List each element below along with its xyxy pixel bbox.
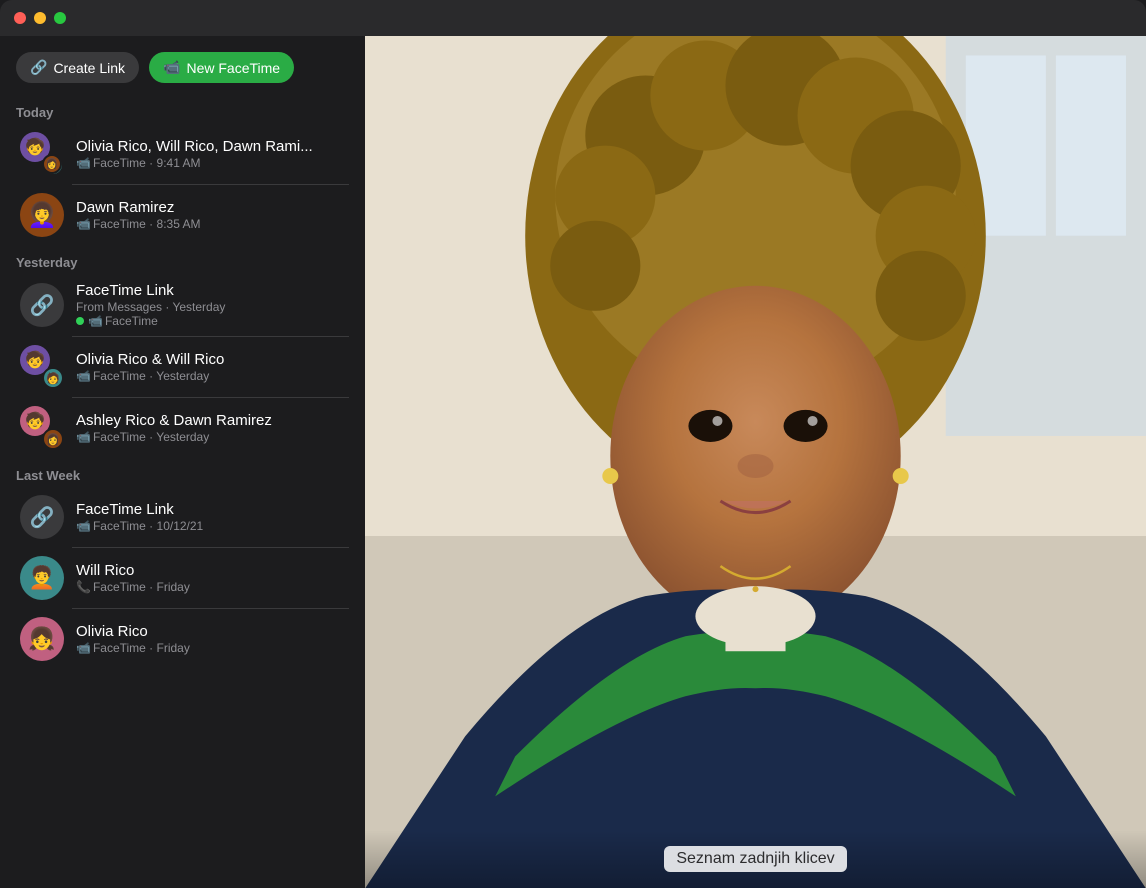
call-info: Ashley Rico & Dawn Ramirez 📹 FaceTime · … [76,412,345,444]
new-facetime-button[interactable]: 📹 New FaceTime [149,52,294,83]
video-camera-icon: 📹 [76,519,91,533]
video-camera-icon: 📹 [76,430,91,444]
video-camera-icon: 📹 [76,641,91,655]
avatar: 🧒 🧑 👩 [20,132,64,176]
fullscreen-button[interactable] [54,12,66,24]
call-subtitle: 📹 FaceTime · 10/12/21 [76,519,345,533]
avatar: 🧒 👩 [20,406,64,450]
call-subtitle: 📞 FaceTime · Friday [76,580,345,594]
caption-text: Seznam zadnjih klicev [664,846,846,872]
avatar: 👩‍🦱 [20,193,64,237]
title-bar [0,0,1146,36]
list-item[interactable]: 🔗 FaceTime Link From Messages · Yesterda… [4,274,361,336]
list-item[interactable]: 🧒 🧑 👩 Olivia Rico, Will Rico, Dawn Rami.… [4,124,361,184]
app-body: 🔗 Create Link 📹 New FaceTime Today 🧒 🧑 👩… [0,36,1146,888]
minimize-button[interactable] [34,12,46,24]
sidebar: 🔗 Create Link 📹 New FaceTime Today 🧒 🧑 👩… [0,36,365,888]
close-button[interactable] [14,12,26,24]
list-item[interactable]: 🧒 👩 Ashley Rico & Dawn Ramirez 📹 FaceTim… [4,398,361,458]
call-subtitle: 📹 FaceTime · 9:41 AM [76,156,345,170]
call-subtitle: 📹 FaceTime · 8:35 AM [76,217,345,231]
call-subtitle: From Messages · Yesterday [76,300,345,314]
video-camera-icon: 📹 [76,369,91,383]
section-header-today: Today [0,95,365,124]
call-info: FaceTime Link From Messages · Yesterday … [76,282,345,328]
list-item[interactable]: 🔗 FaceTime Link 📹 FaceTime · 10/12/21 [4,487,361,547]
avatar: 👧 [20,617,64,661]
section-header-yesterday: Yesterday [0,245,365,274]
call-subtitle: 📹 FaceTime · Yesterday [76,430,345,444]
link-icon: 🔗 [30,505,55,530]
link-icon: 🔗 [30,59,47,76]
call-subtitle: 📹 FaceTime · Yesterday [76,369,345,383]
avatar: 🔗 [20,283,64,327]
call-info: Olivia Rico, Will Rico, Dawn Rami... 📹 F… [76,138,345,170]
call-name: FaceTime Link [76,282,345,299]
phone-icon: 📞 [76,580,91,594]
video-icon: 📹 [163,59,180,76]
video-camera-icon: 📹 [76,217,91,231]
avatar: 🧑‍🦱 [20,556,64,600]
video-feed [365,36,1146,888]
call-info: Dawn Ramirez 📹 FaceTime · 8:35 AM [76,199,345,231]
list-item[interactable]: 🧒 🧑 Olivia Rico & Will Rico 📹 FaceTime ·… [4,337,361,397]
call-name: Olivia Rico & Will Rico [76,351,345,368]
toolbar: 🔗 Create Link 📹 New FaceTime [0,36,365,95]
list-item[interactable]: 👧 Olivia Rico 📹 FaceTime · Friday [4,609,361,669]
link-icon: 🔗 [30,293,55,318]
avatar: 🔗 [20,495,64,539]
section-header-lastweek: Last Week [0,458,365,487]
avatar: 🧒 🧑 [20,345,64,389]
green-dot-icon [76,317,84,325]
caption-bar: Seznam zadnjih klicev [365,830,1146,888]
call-info: FaceTime Link 📹 FaceTime · 10/12/21 [76,501,345,533]
call-subtitle: 📹 FaceTime · Friday [76,641,345,655]
call-name: Ashley Rico & Dawn Ramirez [76,412,345,429]
create-link-button[interactable]: 🔗 Create Link [16,52,139,83]
call-name: Olivia Rico, Will Rico, Dawn Rami... [76,138,345,155]
video-area: Seznam zadnjih klicev [365,36,1146,888]
call-subtitle2: 📹 FaceTime [76,314,345,328]
create-link-label: Create Link [53,60,125,76]
main-content: Seznam zadnjih klicev [365,36,1146,888]
call-info: Will Rico 📞 FaceTime · Friday [76,562,345,594]
call-info: Olivia Rico & Will Rico 📹 FaceTime · Yes… [76,351,345,383]
call-name: Dawn Ramirez [76,199,345,216]
video-camera-icon: 📹 [76,156,91,170]
call-name: Will Rico [76,562,345,579]
video-camera-icon: 📹 [88,314,103,328]
list-item[interactable]: 🧑‍🦱 Will Rico 📞 FaceTime · Friday [4,548,361,608]
call-name: Olivia Rico [76,623,345,640]
call-name: FaceTime Link [76,501,345,518]
new-facetime-label: New FaceTime [186,60,280,76]
list-item[interactable]: 👩‍🦱 Dawn Ramirez 📹 FaceTime · 8:35 AM [4,185,361,245]
call-info: Olivia Rico 📹 FaceTime · Friday [76,623,345,655]
